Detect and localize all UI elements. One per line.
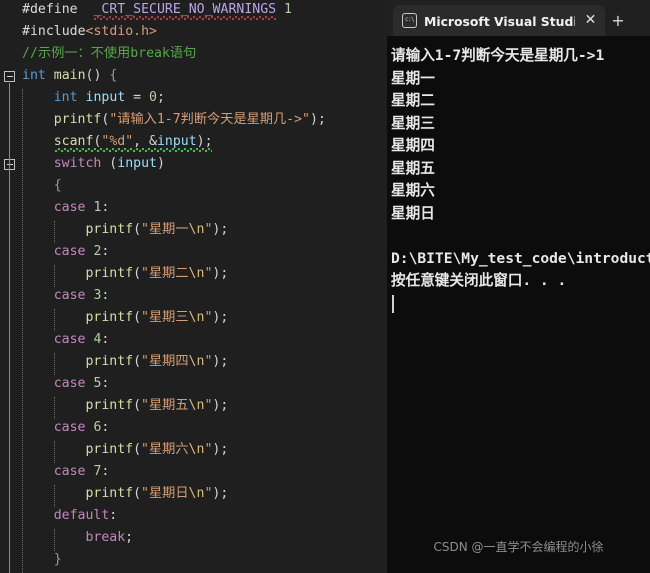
ide-screenshot-root: #define _CRT_SECURE_NO_WARNINGS 1 #includ…	[0, 0, 650, 573]
code-line: case 7:	[53, 464, 110, 479]
code-line: printf("星期三\n");	[85, 310, 229, 325]
indent-guide	[53, 353, 55, 375]
indent-guide	[53, 265, 55, 287]
cmd-console-icon: c:\	[402, 13, 417, 28]
terminal-line: 星期日	[391, 204, 435, 222]
code-line: default:	[53, 508, 118, 523]
code-line: int main() {	[22, 68, 118, 83]
code-editor-pane[interactable]: #define _CRT_SECURE_NO_WARNINGS 1 #includ…	[0, 0, 387, 573]
code-line: switch (input)	[53, 156, 165, 171]
terminal-output[interactable]: 请输入1-7判断今天是星期几->1 星期一星期二星期三星期四星期五星期六星期日 D:…	[387, 36, 650, 573]
code-line: case 6:	[53, 420, 110, 435]
terminal-line: 星期三	[391, 114, 435, 132]
indent-guide	[53, 485, 55, 507]
new-tab-button[interactable]: +	[605, 5, 631, 36]
terminal-line: 星期五	[391, 159, 435, 177]
code-line: break;	[85, 530, 134, 545]
code-line: case 2:	[53, 244, 110, 259]
code-line: int input = 0;	[53, 90, 165, 105]
code-line: case 5:	[53, 376, 110, 391]
close-icon[interactable]: ✕	[582, 12, 599, 29]
code-line: printf("星期日\n");	[85, 486, 229, 501]
code-line: {	[53, 178, 62, 193]
code-line: printf("星期五\n");	[85, 398, 229, 413]
code-line: case 1:	[53, 200, 110, 215]
code-line: printf("星期四\n");	[85, 354, 229, 369]
indent-guide	[53, 221, 55, 243]
terminal-line: 请输入1-7判断今天是星期几->1	[391, 47, 605, 64]
indent-guide	[53, 397, 55, 419]
code-line: printf("请输入1-7判断今天是星期几->");	[53, 112, 326, 127]
code-line: printf("星期一\n");	[85, 222, 229, 237]
terminal-tab-title: Microsoft Visual Studio 调试	[424, 13, 575, 29]
code-line: printf("星期六\n");	[85, 442, 229, 457]
terminal-line: 星期六	[391, 182, 435, 199]
terminal-pane[interactable]: c:\ Microsoft Visual Studio 调试 ✕ + 请输入1-…	[387, 0, 650, 573]
terminal-cursor	[392, 294, 394, 313]
indent-guide	[22, 89, 23, 573]
editor-code-area[interactable]: #define _CRT_SECURE_NO_WARNINGS 1 #includ…	[0, 0, 387, 573]
squiggle-warning-green	[53, 148, 213, 152]
code-line: case 4:	[53, 332, 110, 347]
code-line: printf("星期二\n");	[85, 266, 229, 281]
terminal-line: 星期四	[391, 137, 435, 154]
indent-guide	[53, 529, 55, 551]
terminal-line: 按任意键关闭此窗口. . .	[391, 272, 567, 289]
terminal-line: 星期一	[391, 69, 435, 87]
indent-guide	[53, 309, 55, 331]
terminal-tab-bar[interactable]: c:\ Microsoft Visual Studio 调试 ✕ +	[387, 0, 650, 36]
terminal-line: 星期二	[391, 92, 435, 109]
terminal-tab-active[interactable]: c:\ Microsoft Visual Studio 调试 ✕	[393, 5, 605, 36]
terminal-line: D:\BITE\My_test_code\introduct	[391, 249, 650, 267]
indent-guide	[53, 441, 55, 463]
squiggle-error-red	[93, 16, 276, 20]
code-line: #include<stdio.h>	[22, 24, 157, 39]
watermark-text: CSDN @一直学不会编程的小徐	[433, 540, 604, 554]
code-line: }	[53, 552, 62, 567]
code-line: //示例一：不使用break语句	[22, 46, 197, 61]
code-line: case 3:	[53, 288, 110, 303]
